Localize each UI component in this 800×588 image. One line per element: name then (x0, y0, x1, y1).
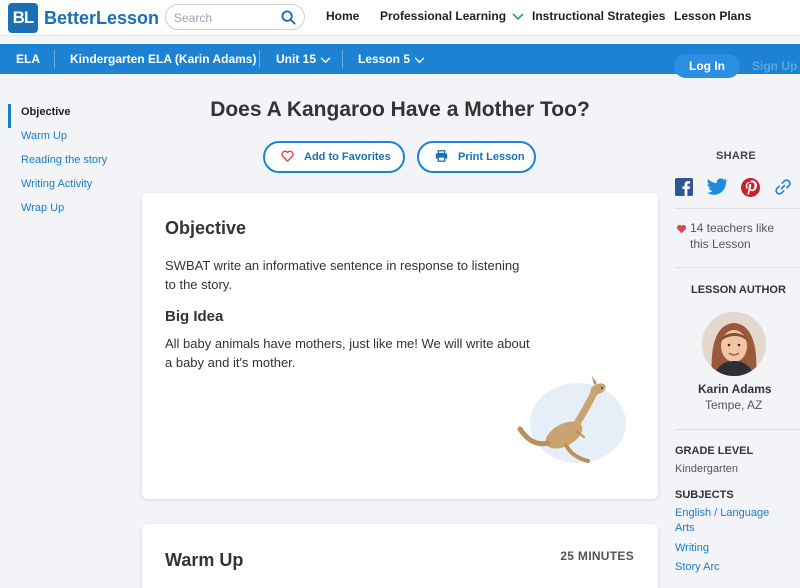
grade-level-value: Kindergarten (675, 463, 738, 475)
warm-up-heading: Warm Up (165, 550, 244, 570)
heart-outline-icon (281, 150, 304, 165)
section-link-warm-up[interactable]: Warm Up (8, 128, 107, 152)
section-link-wrap-up[interactable]: Wrap Up (8, 200, 107, 224)
author-location: Tempe, AZ (705, 398, 763, 412)
add-to-favorites-label: Add to Favorites (304, 151, 391, 163)
likes-count: 14 teachers like this Lesson (676, 220, 786, 252)
nav-professional-learning-label: Professional Learning (380, 9, 507, 23)
heart-icon (676, 222, 687, 238)
breadcrumb-unit-label: Unit 15 (276, 52, 317, 66)
section-link-writing-activity[interactable]: Writing Activity (8, 176, 107, 200)
signup-link[interactable]: Sign Up (752, 59, 797, 73)
breadcrumb-lesson[interactable]: Lesson 5 (358, 52, 425, 67)
top-navigation: BL BetterLesson Home Professional Learni… (0, 0, 800, 36)
brand-logo[interactable]: BL BetterLesson (8, 3, 159, 33)
breadcrumb-course[interactable]: Kindergarten ELA (Karin Adams) (70, 52, 256, 66)
breadcrumb-divider (259, 50, 260, 68)
chevron-down-icon (414, 53, 425, 67)
section-link-reading-the-story[interactable]: Reading the story (8, 152, 107, 176)
search-input[interactable] (174, 9, 274, 27)
facebook-icon[interactable] (675, 178, 693, 201)
breadcrumb-unit[interactable]: Unit 15 (276, 52, 331, 67)
subject-link[interactable]: English / Language Arts (675, 506, 785, 536)
sidebar-divider (675, 267, 800, 268)
breadcrumb-divider (54, 50, 55, 68)
warm-up-duration: 25 MINUTES (560, 549, 634, 563)
likes-text: 14 teachers like this Lesson (690, 221, 775, 251)
search-icon[interactable] (281, 10, 296, 30)
share-label: SHARE (716, 150, 757, 162)
warm-up-card: Warm Up 25 MINUTES (142, 524, 658, 588)
login-button[interactable]: Log In (674, 54, 740, 78)
page-title: Does A Kangaroo Have a Mother Too? (210, 98, 590, 121)
sidebar-divider (675, 208, 800, 209)
chevron-down-icon (512, 10, 524, 24)
pinterest-icon[interactable] (741, 178, 760, 202)
objective-card: Objective SWBAT write an informative sen… (142, 193, 658, 499)
kangaroo-illustration (514, 371, 634, 476)
logo-mark: BL (8, 3, 38, 33)
lesson-section-nav: Objective Warm Up Reading the story Writ… (8, 104, 107, 224)
search-box (165, 4, 305, 30)
objective-heading: Objective (165, 218, 247, 238)
sidebar-divider (675, 429, 800, 430)
print-lesson-label: Print Lesson (458, 151, 525, 163)
printer-icon (435, 149, 458, 165)
avatar[interactable] (702, 312, 766, 376)
breadcrumb-subject[interactable]: ELA (16, 52, 40, 66)
nav-professional-learning[interactable]: Professional Learning (380, 9, 524, 24)
logo-text: BetterLesson (44, 7, 160, 28)
nav-instructional-strategies[interactable]: Instructional Strategies (532, 9, 665, 23)
lesson-author-label: LESSON AUTHOR (691, 284, 786, 296)
objective-text: SWBAT write an informative sentence in r… (165, 258, 520, 292)
chevron-down-icon (320, 53, 331, 67)
nav-home[interactable]: Home (326, 9, 359, 23)
print-lesson-button[interactable]: Print Lesson (417, 141, 536, 173)
subjects-label: SUBJECTS (675, 489, 734, 501)
big-idea-heading: Big Idea (165, 308, 224, 325)
breadcrumb-lesson-label: Lesson 5 (358, 52, 411, 66)
author-name[interactable]: Karin Adams (698, 382, 772, 396)
subject-link[interactable]: Story Arc (675, 560, 720, 575)
breadcrumb-divider (342, 50, 343, 68)
subject-link[interactable]: Writing (675, 541, 709, 556)
add-to-favorites-button[interactable]: Add to Favorites (263, 141, 405, 173)
nav-lesson-plans[interactable]: Lesson Plans (674, 9, 751, 23)
section-link-objective[interactable]: Objective (8, 104, 107, 128)
link-icon[interactable] (774, 178, 792, 201)
grade-level-label: GRADE LEVEL (675, 445, 754, 457)
big-idea-text: All baby animals have mothers, just like… (165, 336, 530, 370)
twitter-icon[interactable] (706, 178, 729, 201)
